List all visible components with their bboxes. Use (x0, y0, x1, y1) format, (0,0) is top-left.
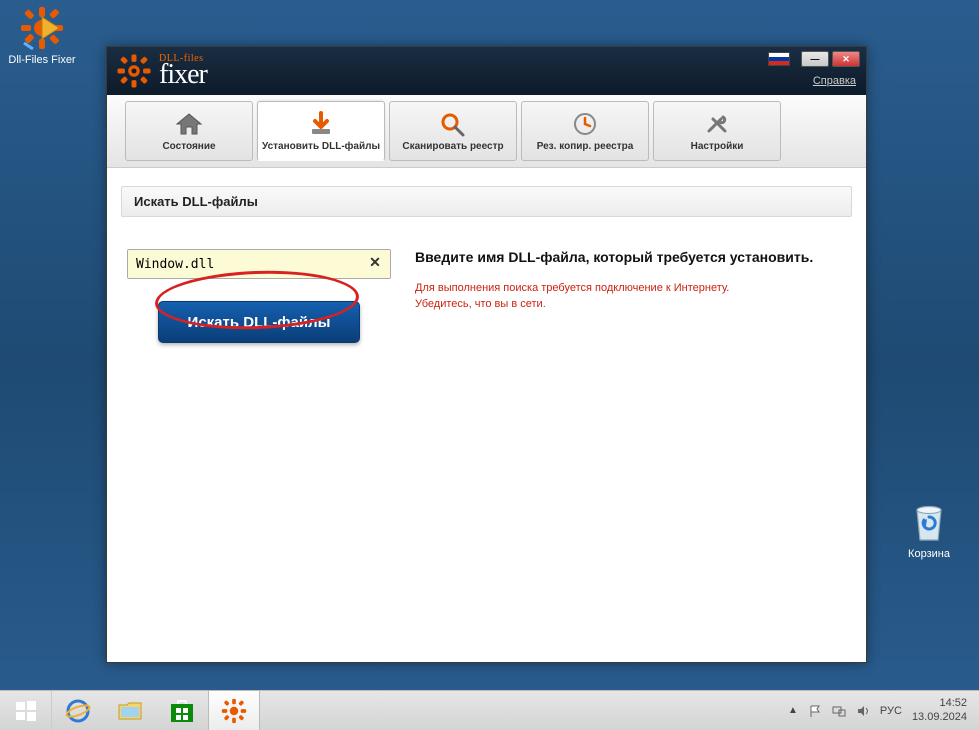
search-field-wrapper: ✕ (127, 249, 391, 279)
tab-status[interactable]: Состояние (125, 101, 253, 161)
error-message-line: Убедитесь, что вы в сети. (415, 297, 846, 313)
start-button[interactable] (0, 691, 52, 730)
taskbar-item-ie[interactable] (52, 691, 104, 730)
recycle-bin-icon (905, 498, 953, 546)
clock-restore-icon (570, 110, 600, 138)
taskbar-item-store[interactable] (156, 691, 208, 730)
desktop-icon-label: Dll-Files Fixer (4, 54, 80, 66)
language-indicator[interactable]: РУС (880, 705, 902, 717)
tab-scan-registry[interactable]: Сканировать реестр (389, 101, 517, 161)
desktop-icon-recycle-bin[interactable]: Корзина (891, 498, 967, 560)
dll-search-input[interactable] (128, 250, 390, 278)
clear-input-icon[interactable]: ✕ (366, 254, 384, 272)
tab-label: Настройки (691, 141, 744, 152)
section-header: Искать DLL-файлы (121, 186, 852, 217)
clock[interactable]: 14:52 13.09.2024 (912, 697, 967, 723)
flag-icon[interactable] (768, 52, 790, 66)
minimize-button[interactable]: — (801, 51, 829, 67)
action-center-flag-icon[interactable] (808, 704, 822, 718)
desktop-icon-dll-fixer[interactable]: Dll-Files Fixer (4, 4, 80, 66)
gear-icon (220, 697, 248, 725)
tools-icon (702, 110, 732, 138)
taskbar: ▲ РУС 14:52 13.09.2024 (0, 690, 979, 730)
folder-icon (116, 698, 144, 724)
desktop-icon-label: Корзина (891, 548, 967, 560)
tab-install-dll[interactable]: Установить DLL-файлы (257, 101, 385, 161)
tab-backup-registry[interactable]: Рез. копир. реестра (521, 101, 649, 161)
taskbar-item-explorer[interactable] (104, 691, 156, 730)
tab-label: Установить DLL-файлы (262, 141, 380, 152)
gear-icon (115, 52, 153, 90)
close-button[interactable]: ✕ (832, 51, 860, 67)
titlebar: DLL-files fixer — ✕ Справка (107, 47, 866, 95)
content-area: Искать DLL-файлы ✕ Искать DLL-файлы Введ… (107, 168, 866, 662)
system-tray: ▲ РУС 14:52 13.09.2024 (788, 691, 979, 730)
app-window: DLL-files fixer — ✕ Справка Состояние Ус… (106, 46, 867, 663)
tab-bar: Состояние Установить DLL-файлы Сканирова… (107, 95, 866, 168)
help-link[interactable]: Справка (813, 75, 856, 87)
store-icon (169, 698, 195, 724)
devices-icon[interactable] (832, 704, 846, 718)
clock-time: 14:52 (912, 697, 967, 710)
app-logo: DLL-files fixer (115, 52, 207, 90)
windows-icon (15, 700, 37, 722)
tray-overflow-icon[interactable]: ▲ (788, 705, 798, 716)
logo-big-text: fixer (159, 63, 207, 87)
tab-label: Состояние (162, 141, 215, 152)
gear-icon (18, 4, 66, 52)
tab-label: Сканировать реестр (402, 141, 503, 152)
ie-icon (64, 697, 92, 725)
clock-date: 13.09.2024 (912, 711, 967, 724)
taskbar-item-dll-fixer[interactable] (208, 691, 260, 730)
download-icon (306, 110, 336, 138)
search-dll-button[interactable]: Искать DLL-файлы (158, 301, 360, 343)
home-icon (174, 110, 204, 138)
error-message-line: Для выполнения поиска требуется подключе… (415, 281, 846, 297)
tab-settings[interactable]: Настройки (653, 101, 781, 161)
tab-label: Рез. копир. реестра (537, 141, 634, 152)
instruction-title: Введите имя DLL-файла, который требуется… (415, 249, 846, 265)
magnifier-icon (438, 110, 468, 138)
volume-icon[interactable] (856, 704, 870, 718)
